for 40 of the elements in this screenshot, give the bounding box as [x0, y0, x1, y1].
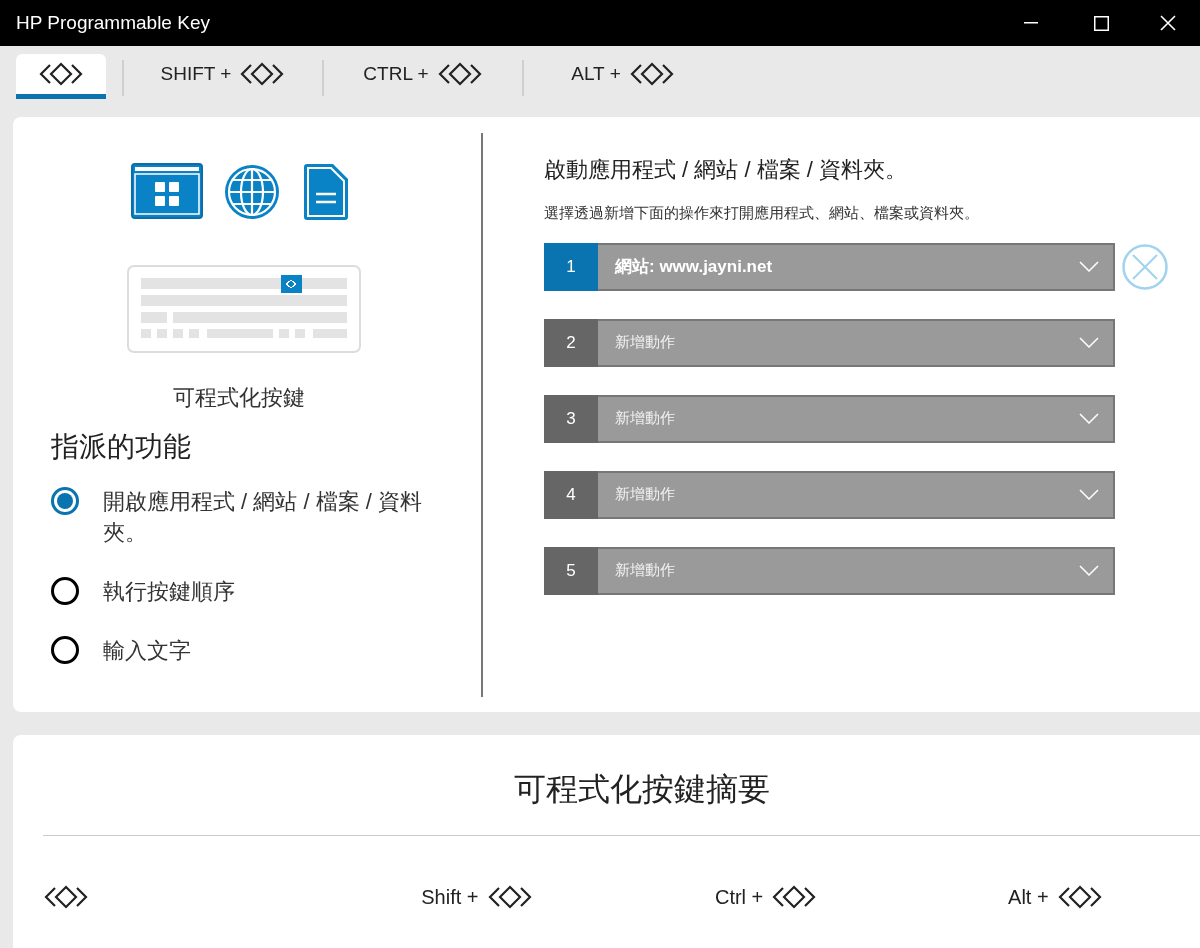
radio-option[interactable]: 執行按鍵順序: [51, 576, 425, 607]
chevron-down-icon: [1079, 337, 1099, 348]
key-tab[interactable]: ALT +: [524, 54, 722, 99]
programmable-key-icon: [43, 885, 89, 909]
globe-icon: [223, 163, 281, 221]
radio-option[interactable]: 開啟應用程式 / 網站 / 檔案 / 資料夾。: [51, 486, 425, 548]
close-icon: [1160, 15, 1176, 31]
chevron-down-icon: [1079, 565, 1099, 576]
chevron-down-icon: [1079, 261, 1099, 272]
action-number: 1: [544, 242, 598, 291]
programmable-key-icon: [486, 885, 533, 909]
summary-key-label: Ctrl +: [714, 885, 764, 910]
summary-title: 可程式化按鍵摘要: [513, 770, 770, 809]
key-tab[interactable]: [16, 54, 106, 99]
radio-option[interactable]: 輸入文字: [51, 635, 425, 666]
maximize-icon: [1093, 15, 1109, 31]
action-number: 3: [544, 394, 598, 443]
panel-title: 啟動應用程式 / 網站 / 檔案 / 資料夾。: [544, 156, 908, 184]
programmable-key-icon: [628, 62, 675, 86]
programmable-key-icon: [239, 62, 286, 86]
programmable-key-icon: [38, 62, 84, 86]
key-caption: 可程式化按鍵: [173, 384, 305, 412]
app-window-icon: [131, 163, 203, 219]
action-number: 5: [544, 546, 598, 595]
summary-key-label: Alt +: [1008, 885, 1049, 910]
window-title: HP Programmable Key: [15, 10, 210, 35]
panel-subtitle: 選擇透過新增下面的操作來打開應用程式、網站、檔案或資料夾。: [544, 203, 980, 223]
chevron-down-icon: [1079, 413, 1099, 424]
minimize-icon: [1024, 22, 1038, 24]
summary-key-label: Shift +: [421, 885, 479, 910]
document-icon: [301, 163, 349, 221]
section-heading: 指派的功能: [51, 430, 191, 464]
programmable-key-icon: [1056, 885, 1103, 909]
chevron-down-icon: [1079, 489, 1099, 500]
action-number: 4: [544, 470, 598, 519]
key-tab[interactable]: SHIFT +: [124, 54, 322, 99]
action-number: 2: [544, 318, 598, 367]
programmable-key-icon: [436, 62, 483, 86]
key-tab[interactable]: CTRL +: [324, 54, 522, 99]
programmable-key-icon: [771, 885, 818, 909]
